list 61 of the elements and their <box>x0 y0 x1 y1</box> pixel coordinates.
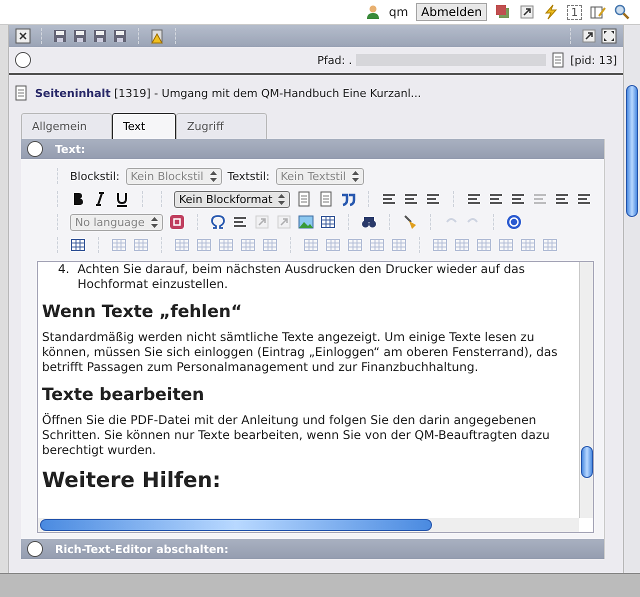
tab[interactable]: Text <box>112 113 176 139</box>
quote-icon[interactable] <box>340 191 356 207</box>
rich-text-editor[interactable] <box>37 261 594 533</box>
heading: Weitere Hilfen: <box>42 468 222 492</box>
table-cell-icon[interactable] <box>542 237 558 253</box>
fullscreen-icon[interactable] <box>601 28 617 44</box>
table-cell-icon[interactable] <box>476 237 492 253</box>
table-properties-icon[interactable] <box>70 237 86 253</box>
textstyle-select[interactable]: Kein Textstil <box>276 168 364 184</box>
omega-icon[interactable] <box>210 214 226 230</box>
blockstyle-label: Blockstil: <box>70 170 120 182</box>
paragraph: Standardmäßig werden nicht sämtliche Texte angezeigt. Um einige Texte lesen zu können, müssen Sie sich einloggen (Eintrag „Einloggen“ am oberen Fensterrand), das betrifft Passagen zum Personalmanagement und zur Finanzbuchhaltung. <box>42 330 559 375</box>
record-title: Seiteninhalt [1319] - Umgang mit dem QM-Handbuch Eine Kurzanl... <box>35 86 422 100</box>
logout-button[interactable]: Abmelden <box>416 3 487 21</box>
delete-warning-icon[interactable] <box>149 28 165 44</box>
save-icon[interactable] <box>52 28 68 44</box>
list-item-text: Achten Sie darauf, beim nächsten Ausdrucken den Drucker wieder auf das Hochformat einzustellen. <box>77 262 526 292</box>
stacked-windows-icon[interactable] <box>495 4 511 20</box>
paragraph: Öffnen Sie die PDF-Datei mit der Anleitung und folgen Sie den darin angegebenen Schritten. Sie können nur Texte bearbeiten, wenn Sie von der QM-Beauftragten dazu berechtigt wurden. <box>42 413 551 458</box>
tab[interactable]: Zugriff <box>176 113 267 139</box>
table-icon[interactable] <box>320 214 336 230</box>
table-cell-icon[interactable] <box>432 237 448 253</box>
heading: Texte bearbeiten <box>42 385 206 405</box>
heading: Wenn Texte „fehlen“ <box>42 302 244 322</box>
language-select[interactable]: No language <box>70 214 163 230</box>
search-icon[interactable] <box>614 4 630 20</box>
section-title: Text: <box>55 142 86 156</box>
edit-columns-icon[interactable] <box>590 4 606 20</box>
updown-caret-icon <box>150 216 158 228</box>
updown-caret-icon <box>352 170 359 182</box>
clipboard-counter[interactable]: 1 <box>567 4 582 20</box>
table-cell-icon[interactable] <box>454 237 470 253</box>
close-icon[interactable] <box>15 28 31 44</box>
blockstyle-select[interactable]: Kein Blockstil <box>126 168 222 184</box>
table-cell-icon[interactable] <box>111 237 127 253</box>
page-id: [pid: 13] <box>570 54 617 66</box>
lightning-icon[interactable] <box>543 4 559 20</box>
updown-caret-icon <box>278 194 286 204</box>
path-label: Pfad: . <box>317 54 352 66</box>
underline-icon[interactable] <box>114 191 130 207</box>
username: qm <box>388 5 408 19</box>
find-icon[interactable] <box>360 214 377 230</box>
page-icon[interactable] <box>550 52 566 68</box>
open-link-icon[interactable] <box>519 4 535 20</box>
image-icon[interactable] <box>298 214 314 230</box>
vertical-scrollbar[interactable] <box>579 262 593 518</box>
textstyle-label: Textstil: <box>228 170 270 182</box>
stop-icon[interactable] <box>168 214 185 230</box>
user-icon[interactable] <box>364 4 381 20</box>
content-element-icon[interactable] <box>13 85 29 101</box>
list-number: 4. <box>58 262 70 278</box>
table-cell-icon[interactable] <box>520 237 536 253</box>
horizontal-scrollbar[interactable] <box>38 518 579 532</box>
open-in-window-icon[interactable] <box>581 28 597 44</box>
updown-caret-icon <box>210 170 216 182</box>
tab[interactable]: Allgemein <box>21 113 112 139</box>
blockformat-select[interactable]: Kein Blockformat <box>174 190 290 208</box>
table-cell-icon[interactable] <box>498 237 514 253</box>
section-title: Rich-Text-Editor abschalten: <box>55 542 229 556</box>
page-scrollbar[interactable] <box>623 25 640 573</box>
broom-icon[interactable] <box>402 214 418 230</box>
